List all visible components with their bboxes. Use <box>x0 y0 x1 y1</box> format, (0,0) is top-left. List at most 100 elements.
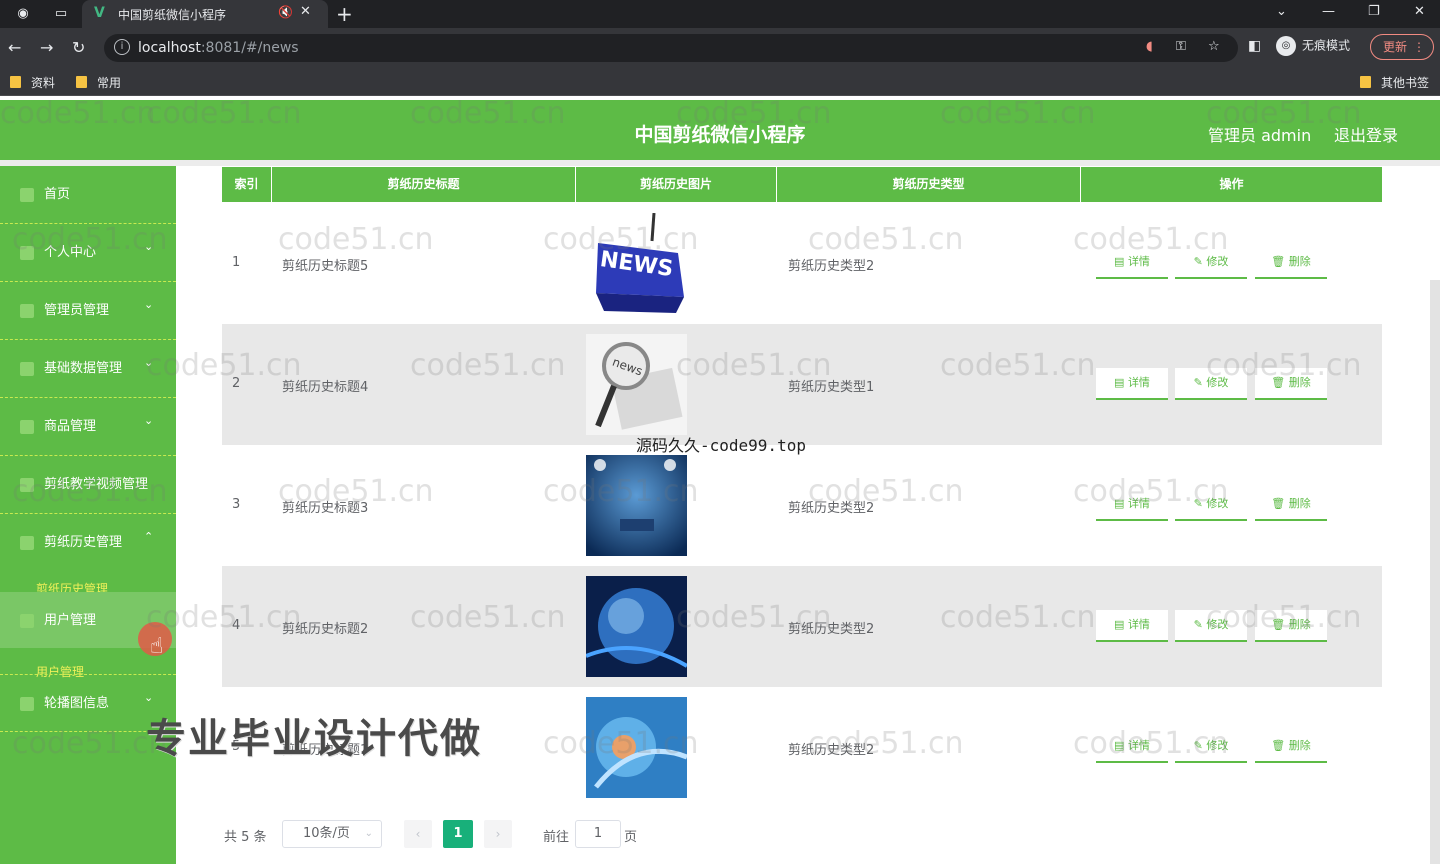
trash-icon: 🗑 <box>1271 376 1289 389</box>
delete-button[interactable]: 🗑 删除 <box>1255 247 1327 279</box>
app-header: 中国剪纸微信小程序 管理员 admin 退出登录 <box>0 100 1440 160</box>
more-menu-icon[interactable]: ⋮ <box>1413 35 1425 59</box>
column-header: 操作 <box>1219 177 1244 191</box>
other-bookmarks[interactable]: 其他书签 <box>1360 74 1429 91</box>
folder-icon <box>10 76 21 88</box>
incognito-profile[interactable]: ◎ 无痕模式 <box>1276 36 1350 56</box>
blocked-icon[interactable]: ◖ <box>1146 39 1153 54</box>
detail-button[interactable]: ▤ 详情 <box>1096 610 1168 642</box>
sidebar-item-label: 剪纸历史管理 <box>44 535 123 550</box>
scrollbar[interactable] <box>1430 280 1440 864</box>
column-header: 剪纸历史图片 <box>576 167 777 202</box>
forward-arrow-icon[interactable]: → <box>40 38 53 57</box>
sidebar-item-label: 基础数据管理 <box>44 361 123 376</box>
row-title: 剪纸历史标题3 <box>282 501 369 516</box>
sidebar-item-label: 个人中心 <box>44 245 97 260</box>
row-type: 剪纸历史类型2 <box>788 622 875 637</box>
page-number-current[interactable]: 1 <box>443 820 473 848</box>
incognito-icon: ◎ <box>1276 36 1296 56</box>
home-icon <box>20 188 34 202</box>
goto-page-input[interactable]: 1 <box>575 820 621 848</box>
tab-list-chevron-icon[interactable]: ⌄ <box>1276 4 1287 19</box>
browser-globe-icon[interactable]: ◉ <box>14 5 32 23</box>
document-icon: ▤ <box>1114 255 1128 268</box>
row-title: 剪纸历史标题2 <box>282 622 369 637</box>
chevron-down-icon: ⌄ <box>144 414 154 427</box>
trash-icon: 🗑 <box>1271 255 1289 268</box>
chevron-down-icon: ⌄ <box>144 691 154 704</box>
detail-button[interactable]: ▤ 详情 <box>1096 368 1168 400</box>
row-type: 剪纸历史类型2 <box>788 743 875 758</box>
sidepanel-icon[interactable]: ◧ <box>1248 38 1261 54</box>
delete-button[interactable]: 🗑 删除 <box>1255 368 1327 400</box>
edit-button[interactable]: ✎ 修改 <box>1175 247 1247 279</box>
sidebar-item-home[interactable]: 首页 <box>0 166 176 224</box>
edit-icon: ✎ <box>1193 618 1207 631</box>
detail-button[interactable]: ▤ 详情 <box>1096 247 1168 279</box>
news-keyboard-image: NEWS <box>586 213 687 314</box>
bookmark-folder-changyong[interactable]: 常用 <box>76 74 121 91</box>
row-index: 3 <box>232 497 241 512</box>
edit-button[interactable]: ✎ 修改 <box>1175 489 1247 521</box>
data-icon <box>20 362 34 376</box>
carousel-icon <box>20 697 34 711</box>
delete-button[interactable]: 🗑 删除 <box>1255 489 1327 521</box>
tab-close-icon[interactable]: ✕ <box>300 4 311 19</box>
sidebar-item-personal-center[interactable]: 个人中心 ⌄ <box>0 224 176 282</box>
back-arrow-icon[interactable]: ← <box>8 38 21 57</box>
edit-button[interactable]: ✎ 修改 <box>1175 610 1247 642</box>
row-type: 剪纸历史类型2 <box>788 259 875 274</box>
document-icon: ▤ <box>1114 739 1128 752</box>
delete-button[interactable]: 🗑 删除 <box>1255 731 1327 763</box>
bookmark-star-icon[interactable]: ☆ <box>1208 39 1220 54</box>
detail-button[interactable]: ▤ 详情 <box>1096 489 1168 521</box>
tab-search-icon[interactable]: ▭ <box>52 5 70 23</box>
reload-icon[interactable]: ↻ <box>72 38 85 57</box>
chevron-down-icon: ⌄ <box>144 240 154 253</box>
chevron-up-icon: ⌃ <box>144 530 154 543</box>
table-row: 1 剪纸历史标题5 NEWS 剪纸历史类型2 ▤ 详情 ✎ 修改 🗑 删除 <box>222 203 1382 324</box>
restore-button[interactable]: ❐ <box>1368 4 1380 19</box>
trash-icon: 🗑 <box>1271 497 1289 510</box>
sidebar-item-video[interactable]: 剪纸教学视频管理 <box>0 456 176 514</box>
edit-icon: ✎ <box>1193 497 1207 510</box>
browser-tab[interactable]: V 中国剪纸微信小程序 🔇 ✕ <box>82 0 328 28</box>
tab-mute-icon[interactable]: 🔇 <box>278 5 293 19</box>
source-watermark-text: 源码久久-code99.top <box>636 436 806 455</box>
pointer-hand-icon: ☝ <box>150 634 164 659</box>
minimize-button[interactable]: — <box>1322 4 1335 19</box>
table-header: 索引 剪纸历史标题 剪纸历史图片 剪纸历史类型 操作 <box>222 167 1382 202</box>
logout-link[interactable]: 退出登录 <box>1334 122 1398 146</box>
users-icon <box>20 614 34 628</box>
sidebar-item-label: 首页 <box>44 187 71 202</box>
goto-label: 前往 <box>543 830 570 845</box>
vue-favicon-icon: V <box>94 5 105 21</box>
goods-icon <box>20 420 34 434</box>
delete-button[interactable]: 🗑 删除 <box>1255 610 1327 642</box>
bookmark-folder-ziliao[interactable]: 资料 <box>10 74 55 91</box>
detail-button[interactable]: ▤ 详情 <box>1096 731 1168 763</box>
edit-icon: ✎ <box>1193 255 1207 268</box>
news-magnifier-image: news <box>586 334 687 435</box>
close-window-button[interactable]: ✕ <box>1414 4 1425 19</box>
sidebar-item-label: 剪纸教学视频管理 <box>44 477 149 492</box>
address-bar[interactable]: i localhost:8081/#/news ◖ ⚿ ☆ <box>104 34 1238 62</box>
sidebar-item-base-data[interactable]: 基础数据管理 ⌄ <box>0 340 176 398</box>
globe-news-image <box>586 576 687 677</box>
page-size-select[interactable]: 10条/页 ⌄ <box>282 820 382 848</box>
video-icon <box>20 478 34 492</box>
row-title: 剪纸历史标题4 <box>282 380 369 395</box>
new-tab-button[interactable]: + <box>336 2 353 26</box>
edit-button[interactable]: ✎ 修改 <box>1175 368 1247 400</box>
edit-button[interactable]: ✎ 修改 <box>1175 731 1247 763</box>
sidebar-item-history[interactable]: 剪纸历史管理 ⌃ <box>0 514 176 576</box>
update-button[interactable]: 更新 ⋮ <box>1370 34 1434 60</box>
key-icon[interactable]: ⚿ <box>1176 39 1186 54</box>
next-page-button[interactable]: › <box>484 820 512 848</box>
sidebar-item-goods[interactable]: 商品管理 ⌄ <box>0 398 176 456</box>
url-text[interactable]: localhost:8081/#/news <box>138 40 299 56</box>
prev-page-button[interactable]: ‹ <box>404 820 432 848</box>
row-type: 剪纸历史类型2 <box>788 501 875 516</box>
sidebar-item-admin-management[interactable]: 管理员管理 ⌄ <box>0 282 176 340</box>
site-info-icon[interactable]: i <box>114 39 130 55</box>
